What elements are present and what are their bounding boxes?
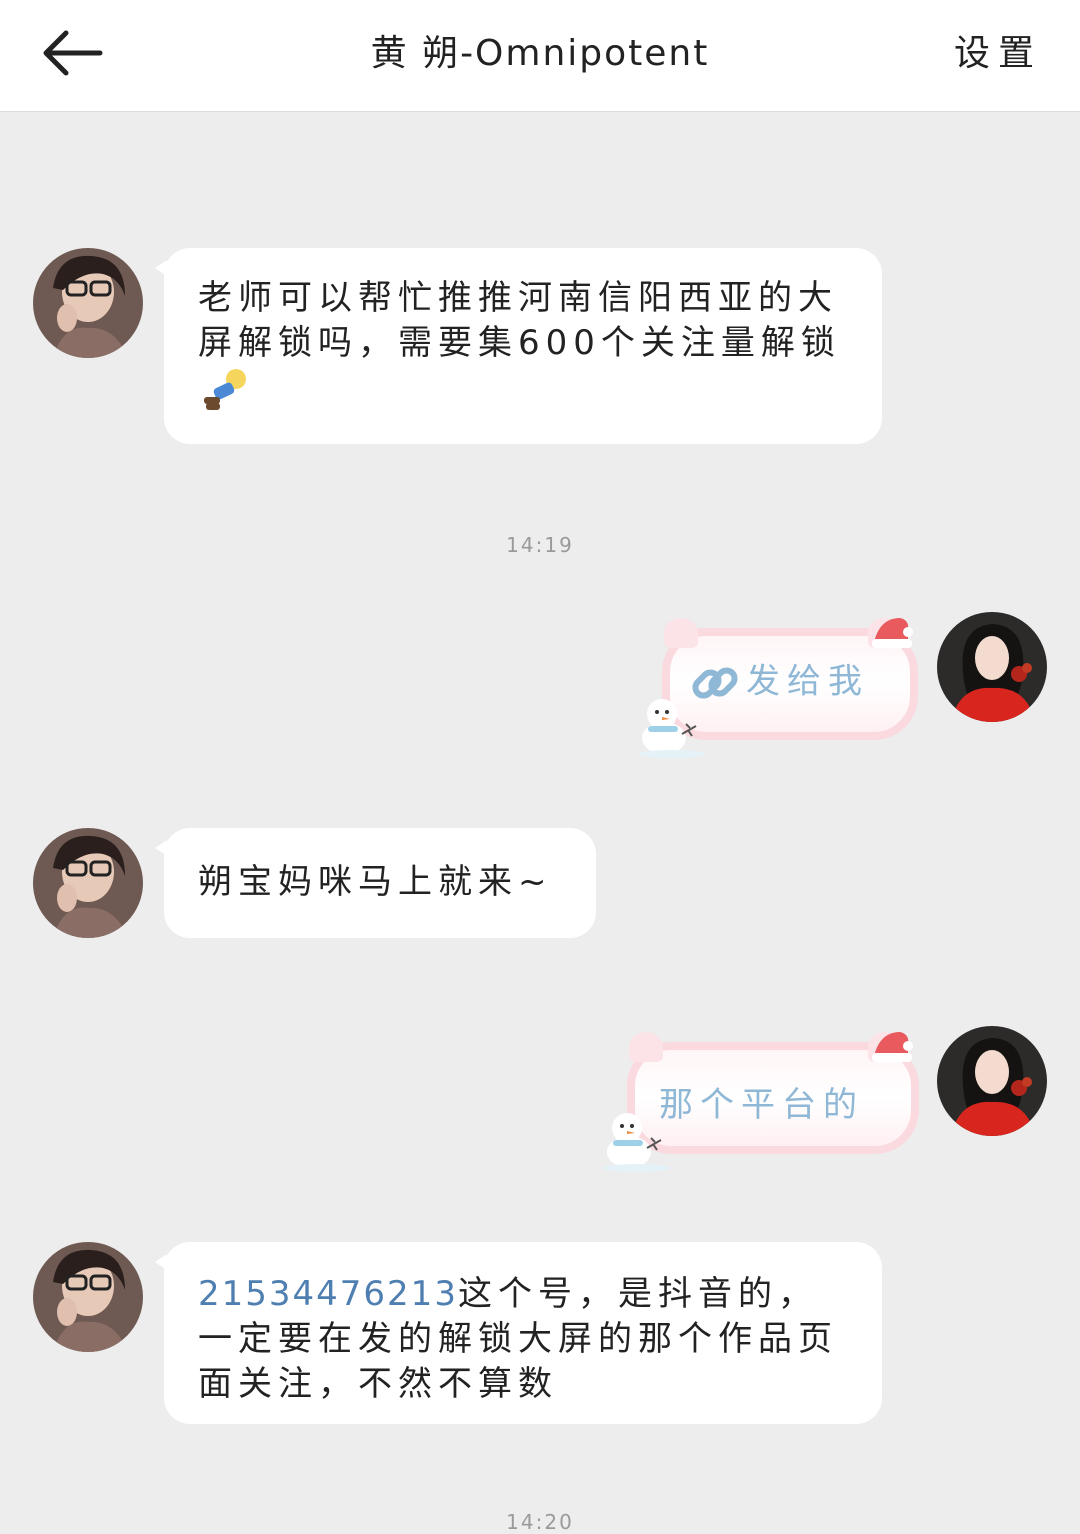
message-text: 那个平台的 — [659, 1085, 864, 1125]
sticker-message-bubble[interactable]: 那个平台的 — [603, 1032, 920, 1172]
message-bubble[interactable]: 老师可以帮忙推推河南信阳西亚的大屏解锁吗，需要集600个关注量解锁 — [155, 248, 882, 444]
santa-hat-icon — [870, 1026, 916, 1064]
message-text: 发给我 — [746, 661, 869, 702]
back-button[interactable] — [38, 24, 108, 82]
message-text: 老师可以帮忙推推河南信阳西亚的大屏解锁吗，需要集600个关注量解锁 — [198, 278, 841, 363]
message-bubble[interactable]: 朔宝妈咪马上就来~ — [155, 828, 596, 938]
user-avatar[interactable] — [937, 1026, 1047, 1136]
link-icon — [690, 658, 740, 708]
person-lying-emoji — [200, 367, 248, 413]
account-number-link[interactable]: 2153447621​3 — [198, 1274, 458, 1314]
timestamp: 14:20 — [506, 1510, 574, 1534]
user-avatar[interactable] — [937, 612, 1047, 722]
chat-header: 黄 朔-Omnipotent 设置 — [0, 0, 1080, 112]
message-text: 朔宝妈咪马上就来~ — [198, 862, 553, 902]
settings-button[interactable]: 设置 — [954, 28, 1042, 80]
message-bubble[interactable]: 2153447621​3这个号，是抖音的，一定要在发的解锁大屏的那个作品页面关注… — [155, 1242, 882, 1424]
santa-hat-icon — [870, 612, 916, 650]
contact-avatar[interactable] — [33, 248, 143, 358]
chat-title: 黄 朔-Omnipotent — [370, 33, 710, 74]
back-arrow-icon — [43, 30, 103, 76]
sticker-message-bubble[interactable]: 发给我 — [638, 618, 920, 758]
contact-avatar[interactable] — [33, 828, 143, 938]
timestamp: 14:19 — [506, 533, 574, 557]
contact-avatar[interactable] — [33, 1242, 143, 1352]
